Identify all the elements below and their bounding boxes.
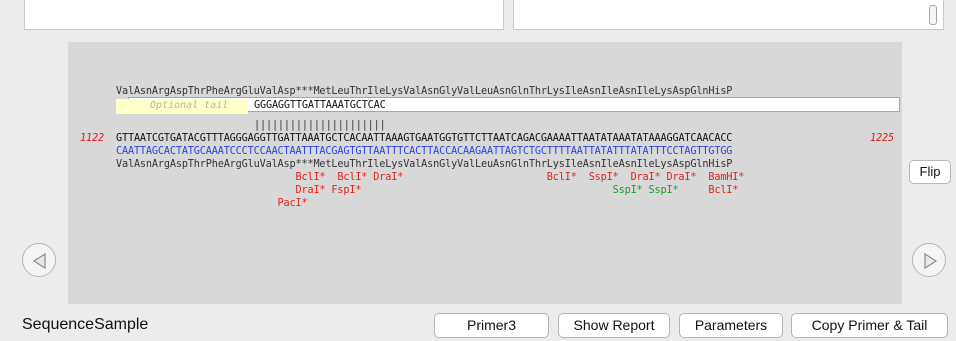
enzyme-site-label: DraI*: [295, 185, 326, 196]
primer-sequence-view: ValAsnArgAspThrPheArgGluValAsp***MetLeuT…: [68, 42, 902, 304]
optional-tail-placeholder[interactable]: Optional tail: [116, 99, 248, 114]
match-bars: ||||||||||||||||||||||: [254, 120, 386, 131]
primer-tail-sequence: GGGAGGTTGATTAAATGCTCAC: [254, 100, 386, 111]
previous-button[interactable]: [22, 243, 56, 277]
enzyme-site-label: BclI*: [337, 172, 368, 183]
scrollbar-thumb[interactable]: [929, 5, 937, 25]
enzyme-site-label: DraI*: [666, 172, 697, 183]
right-triangle-icon: [924, 252, 938, 270]
flip-button[interactable]: Flip: [909, 160, 951, 184]
left-triangle-icon: [32, 252, 46, 270]
enzyme-site-label: PacI*: [277, 198, 308, 209]
copy-primer-tail-button[interactable]: Copy Primer & Tail: [791, 313, 948, 338]
optional-tail-label: Optional tail: [150, 100, 229, 111]
enzyme-site-label: DraI*: [373, 172, 404, 183]
enzyme-site-label: BclI*: [546, 172, 577, 183]
enzyme-site-label: BamHI*: [708, 172, 745, 183]
enzyme-site-label: FspI*: [331, 185, 362, 196]
enzyme-site-label: SspI*: [612, 185, 643, 196]
enzyme-site-label: SspI*: [648, 185, 679, 196]
enzyme-site-label: SspI*: [588, 172, 619, 183]
enzyme-site-label: BclI*: [295, 172, 326, 183]
enzyme-site-label: BclI*: [708, 185, 739, 196]
primer3-button[interactable]: Primer3: [434, 313, 549, 338]
upper-right-panel: [513, 0, 944, 30]
next-button[interactable]: [912, 243, 946, 277]
translation-bottom: ValAsnArgAspThrPheArgGluValAsp***MetLeuT…: [116, 159, 733, 170]
show-report-button[interactable]: Show Report: [558, 313, 670, 338]
parameters-button[interactable]: Parameters: [679, 313, 783, 338]
upper-left-panel: [24, 0, 504, 30]
forward-strand: GTTAATCGTGATACGTTTAGGGAGGTTGATTAAATGCTCA…: [116, 133, 733, 144]
sequence-name: SequenceSample: [22, 316, 149, 333]
reverse-strand: CAATTAGCACTATGCAAATCCCTCCAACTAATTTACGAGT…: [116, 146, 733, 157]
end-position: 1225: [870, 133, 894, 144]
start-position: 1122: [80, 133, 104, 144]
enzyme-site-label: DraI*: [630, 172, 661, 183]
